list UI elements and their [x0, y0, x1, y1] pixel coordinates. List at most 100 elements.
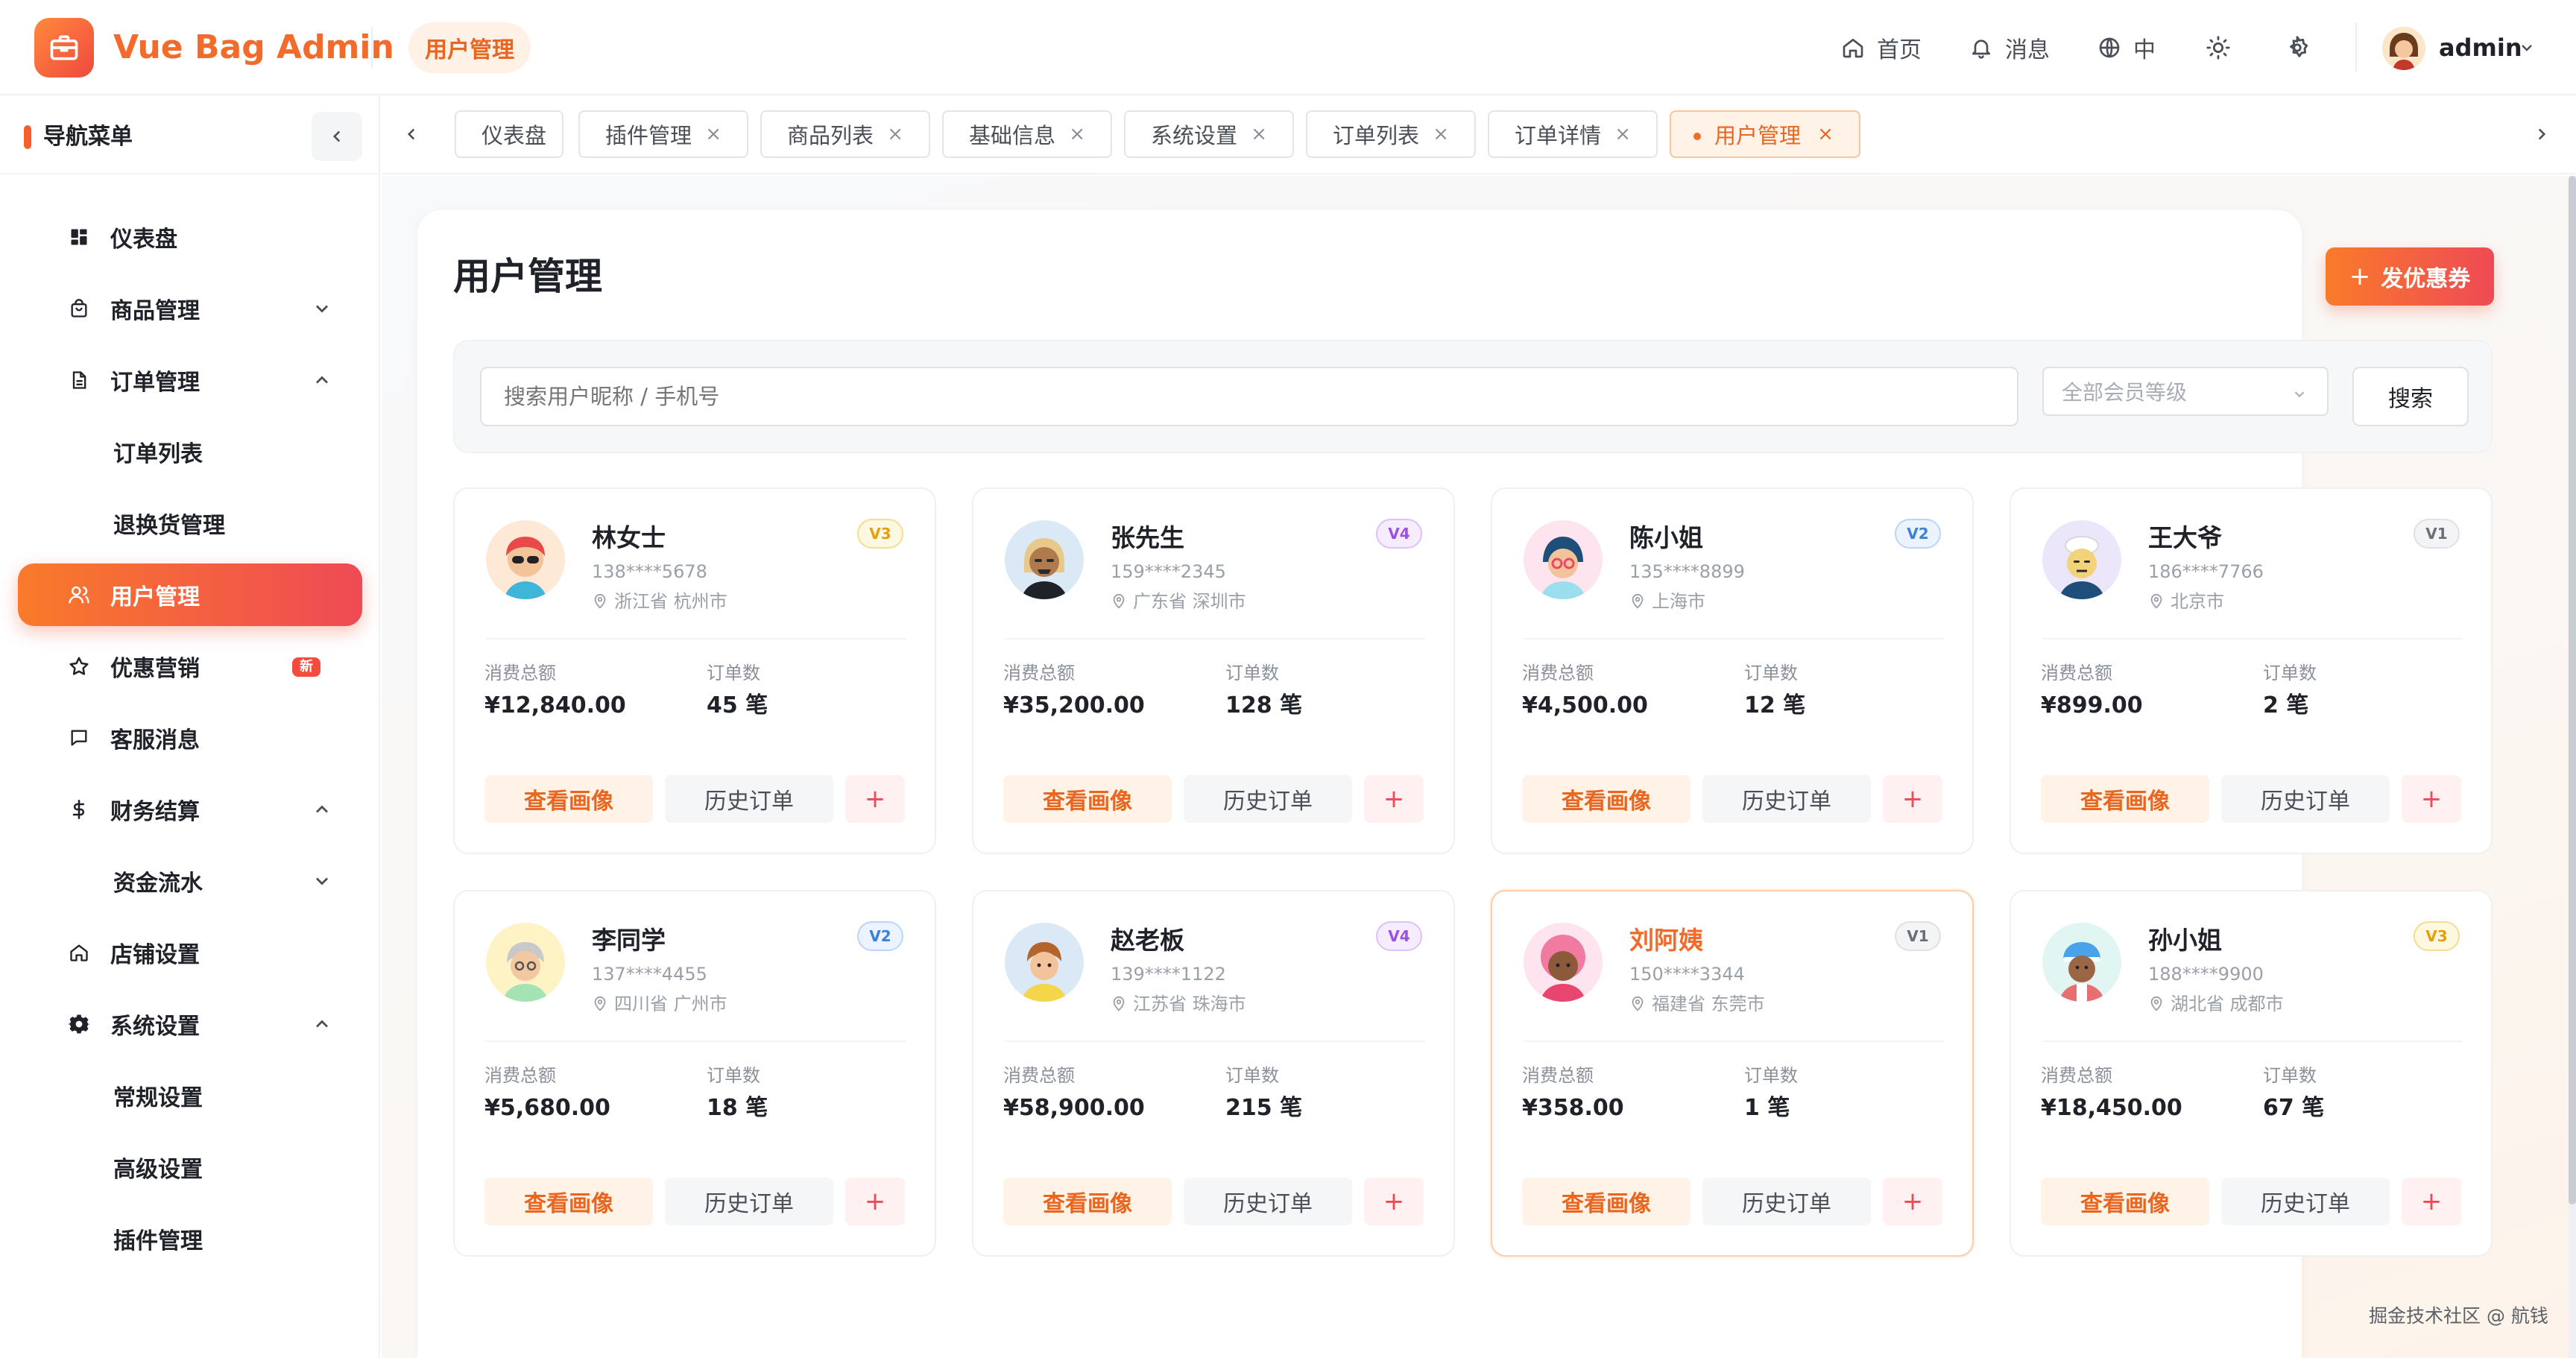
sidebar-item-general-settings[interactable]: 常规设置	[18, 1064, 362, 1127]
sidebar-item-label: 用户管理	[110, 584, 200, 610]
sidebar-collapse-button[interactable]	[312, 112, 362, 161]
tab-dashboard[interactable]: 仪表盘	[455, 110, 564, 158]
view-profile-button[interactable]: 查看画像	[484, 775, 653, 823]
sidebar-item-users[interactable]: 用户管理	[18, 563, 362, 626]
add-button[interactable]: +	[1364, 775, 1424, 823]
tabs-scroll-left[interactable]	[397, 119, 426, 149]
orders-value: 12 笔	[1744, 692, 1806, 719]
sidebar-item-orders[interactable]: 订单管理	[18, 349, 362, 411]
close-icon[interactable]: ×	[1433, 123, 1449, 145]
user-name: 王大爷	[2148, 523, 2222, 552]
language-label: 中	[2133, 37, 2156, 63]
sidebar-item-plugins[interactable]: 插件管理	[18, 1207, 362, 1270]
orders-label: 订单数	[1744, 663, 1798, 683]
user-avatar[interactable]	[2382, 27, 2425, 70]
nav-messages-link[interactable]: 消息	[1969, 30, 2050, 66]
add-button[interactable]: +	[845, 775, 905, 823]
sidebar-item-dashboard[interactable]: 仪表盘	[18, 206, 362, 268]
view-profile-button[interactable]: 查看画像	[1522, 775, 1690, 823]
orders-value: 215 笔	[1225, 1095, 1303, 1121]
chevron-down-icon[interactable]	[2518, 39, 2536, 57]
user-name: 孙小姐	[2148, 926, 2222, 955]
view-profile-button[interactable]: 查看画像	[484, 1178, 653, 1225]
order-history-button[interactable]: 历史订单	[665, 1178, 833, 1225]
view-profile-button[interactable]: 查看画像	[1522, 1178, 1690, 1225]
tab-product-list[interactable]: 商品列表 ×	[760, 110, 930, 158]
order-history-button[interactable]: 历史订单	[1184, 1178, 1352, 1225]
tab-plugins[interactable]: 插件管理 ×	[578, 110, 748, 158]
page-title: 用户管理	[453, 255, 602, 298]
user-card: 赵老板 139****1122 江苏省 珠海市 V4 消费总额 订单数 ¥58,…	[972, 890, 1455, 1257]
sidebar-item-returns[interactable]: 退换货管理	[18, 492, 362, 555]
close-icon[interactable]: ×	[1251, 123, 1267, 145]
app-logo[interactable]	[34, 18, 94, 78]
order-history-button[interactable]: 历史订单	[1702, 1178, 1871, 1225]
document-icon	[67, 368, 91, 392]
issue-coupon-button[interactable]: + 发优惠券	[2326, 247, 2494, 306]
member-level-select[interactable]: 全部会员等级	[2042, 367, 2329, 416]
member-level-placeholder: 全部会员等级	[2062, 380, 2188, 405]
tab-order-detail[interactable]: 订单详情 ×	[1488, 110, 1658, 158]
add-button[interactable]: +	[2402, 1178, 2461, 1225]
app-title: Vue Bag Admin	[113, 28, 394, 66]
add-button[interactable]: +	[1883, 1178, 1942, 1225]
gear-icon	[2290, 36, 2308, 57]
settings-button[interactable]	[2279, 30, 2315, 66]
view-profile-button[interactable]: 查看画像	[1003, 775, 1172, 823]
view-profile-button[interactable]: 查看画像	[2041, 1178, 2209, 1225]
tab-user-management[interactable]: 用户管理 ×	[1670, 110, 1860, 158]
tab-label: 系统设置	[1151, 123, 1238, 148]
theme-toggle[interactable]	[2200, 30, 2236, 66]
nav-home-link[interactable]: 首页	[1841, 30, 1922, 66]
sidebar-item-order-list[interactable]: 订单列表	[18, 420, 362, 483]
add-button[interactable]: +	[2402, 775, 2461, 823]
close-icon[interactable]: ×	[1817, 123, 1834, 145]
order-history-button[interactable]: 历史订单	[2221, 1178, 2390, 1225]
user-avatar	[1005, 923, 1084, 1002]
tab-basic-info[interactable]: 基础信息 ×	[942, 110, 1112, 158]
new-badge: 新	[292, 657, 321, 677]
spend-value: ¥899.00	[2041, 692, 2143, 719]
tab-system-settings[interactable]: 系统设置 ×	[1124, 110, 1294, 158]
tab-order-list[interactable]: 订单列表 ×	[1306, 110, 1476, 158]
user-location: 广东省 深圳市	[1111, 589, 1246, 614]
user-location-text: 福建省 东莞市	[1652, 994, 1765, 1014]
issue-coupon-label: 发优惠券	[2381, 266, 2471, 292]
close-icon[interactable]: ×	[705, 123, 722, 145]
order-history-button[interactable]: 历史订单	[2221, 775, 2390, 823]
user-name[interactable]: admin	[2439, 30, 2522, 66]
order-history-button[interactable]: 历史订单	[665, 775, 833, 823]
order-history-button[interactable]: 历史订单	[1184, 775, 1352, 823]
sidebar-item-cash-flow[interactable]: 资金流水	[18, 850, 362, 912]
sidebar-item-products[interactable]: 商品管理	[18, 277, 362, 340]
orders-label: 订单数	[1225, 1065, 1279, 1086]
close-icon[interactable]: ×	[1614, 123, 1631, 145]
tab-label: 订单详情	[1515, 123, 1602, 148]
sidebar-item-marketing[interactable]: 优惠营销 新	[18, 635, 362, 698]
view-profile-button[interactable]: 查看画像	[2041, 775, 2209, 823]
add-button[interactable]: +	[1364, 1178, 1424, 1225]
chevron-down-icon	[316, 305, 328, 313]
language-switch[interactable]: 中	[2097, 30, 2156, 66]
spend-label: 消费总额	[2041, 663, 2112, 683]
add-button[interactable]: +	[845, 1178, 905, 1225]
plus-icon: +	[2349, 262, 2371, 291]
sidebar-item-system[interactable]: 系统设置	[18, 993, 362, 1055]
sidebar-item-store[interactable]: 店铺设置	[18, 921, 362, 984]
sidebar-item-advanced-settings[interactable]: 高级设置	[18, 1136, 362, 1198]
sidebar-item-finance[interactable]: 财务结算	[18, 778, 362, 841]
user-avatar	[1005, 520, 1084, 599]
close-icon[interactable]: ×	[1069, 123, 1085, 145]
search-input[interactable]	[480, 367, 2018, 426]
active-tab-dot	[1693, 133, 1701, 140]
scrollbar-thumb[interactable]	[2569, 176, 2576, 1204]
sidebar-item-service[interactable]: 客服消息	[18, 707, 362, 769]
add-button[interactable]: +	[1883, 775, 1942, 823]
user-name: 林女士	[592, 523, 666, 552]
order-history-button[interactable]: 历史订单	[1702, 775, 1871, 823]
search-button[interactable]: 搜索	[2352, 367, 2469, 426]
close-icon[interactable]: ×	[887, 123, 903, 145]
view-profile-button[interactable]: 查看画像	[1003, 1178, 1172, 1225]
user-card: 林女士 138****5678 浙江省 杭州市 V3 消费总额 订单数 ¥12,…	[453, 487, 936, 854]
tabs-scroll-right[interactable]	[2527, 119, 2557, 149]
